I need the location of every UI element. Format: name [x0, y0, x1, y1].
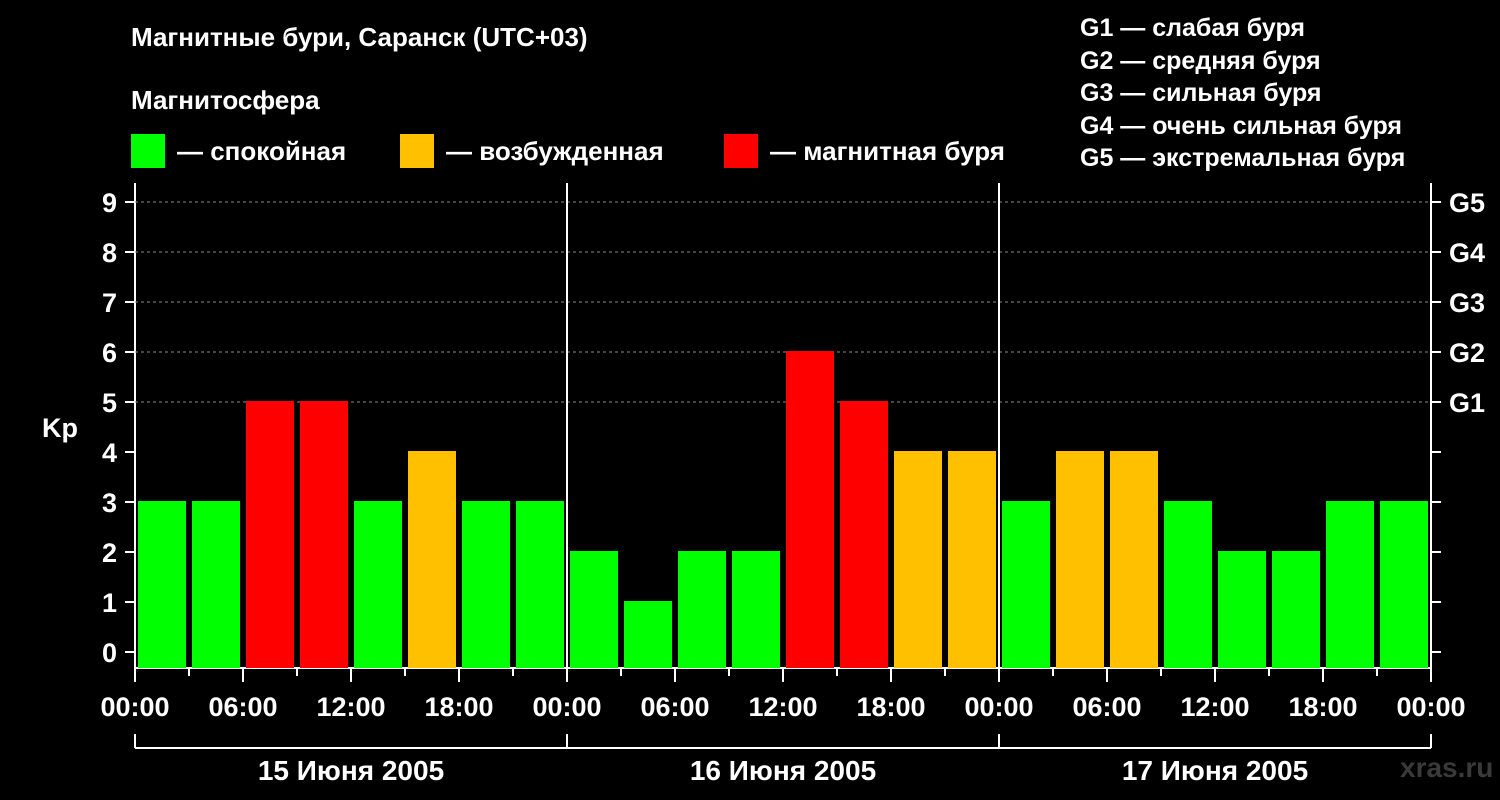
x-tick-label: 18:00	[856, 692, 925, 722]
x-tick-label: 18:00	[424, 692, 493, 722]
kp-bar	[948, 451, 996, 668]
y-tick-label: 2	[102, 538, 117, 568]
kp-bar	[1110, 451, 1158, 668]
y-tick-label: 7	[102, 288, 117, 318]
y-tick-label: 9	[102, 188, 117, 218]
x-tick-label: 00:00	[964, 692, 1033, 722]
day-label: 15 Июня 2005	[258, 755, 444, 786]
kp-bar	[1380, 501, 1428, 668]
y-tick-label: 6	[102, 338, 117, 368]
x-tick-label: 06:00	[640, 692, 709, 722]
x-tick-label: 00:00	[100, 692, 169, 722]
y-tick-label: 1	[102, 588, 117, 618]
g-scale-label: G2	[1449, 338, 1485, 368]
x-tick-label: 00:00	[1396, 692, 1465, 722]
y-tick-label: 0	[102, 638, 117, 668]
y-tick-label: 3	[102, 488, 117, 518]
kp-bar	[732, 551, 780, 668]
kp-bar	[624, 601, 672, 668]
kp-bar	[1218, 551, 1266, 668]
x-tick-label: 12:00	[316, 692, 385, 722]
kp-bar	[570, 551, 618, 668]
day-label: 16 Июня 2005	[690, 755, 876, 786]
x-tick-label: 00:00	[532, 692, 601, 722]
y-axis-label: Kp	[42, 413, 78, 443]
kp-bar	[1272, 551, 1320, 668]
x-tick-label: 06:00	[208, 692, 277, 722]
g-scale-label: G3	[1449, 288, 1485, 318]
g-scale-label: G5	[1449, 188, 1485, 218]
kp-bar	[1002, 501, 1050, 668]
kp-bar	[246, 401, 294, 668]
kp-bar	[1326, 501, 1374, 668]
x-tick-label: 18:00	[1288, 692, 1357, 722]
kp-bar	[1056, 451, 1104, 668]
kp-bar	[516, 501, 564, 668]
day-label: 17 Июня 2005	[1122, 755, 1308, 786]
kp-bar-chart: 0 1 2 3 4 5 6 7 8 9 G1 G2 G3 G4 G5 Kp 00:00 06:00 12:00 18:…	[42, 183, 1485, 786]
y-tick-label: 8	[102, 238, 117, 268]
kp-bar	[1164, 501, 1212, 668]
watermark: xras.ru	[1400, 752, 1494, 783]
kp-bar	[462, 501, 510, 668]
x-tick-label: 12:00	[748, 692, 817, 722]
g-scale-label: G4	[1449, 238, 1485, 268]
kp-bar	[354, 501, 402, 668]
kp-bar	[300, 401, 348, 668]
kp-bar	[408, 451, 456, 668]
kp-bar	[894, 451, 942, 668]
x-tick-label: 06:00	[1072, 692, 1141, 722]
x-tick-label: 12:00	[1180, 692, 1249, 722]
g-scale-label: G1	[1449, 388, 1485, 418]
kp-bar	[786, 351, 834, 668]
kp-bar	[138, 501, 186, 668]
kp-bar	[840, 401, 888, 668]
kp-bar	[678, 551, 726, 668]
kp-bar	[192, 501, 240, 668]
y-tick-label: 5	[102, 388, 117, 418]
y-tick-label: 4	[102, 438, 117, 468]
